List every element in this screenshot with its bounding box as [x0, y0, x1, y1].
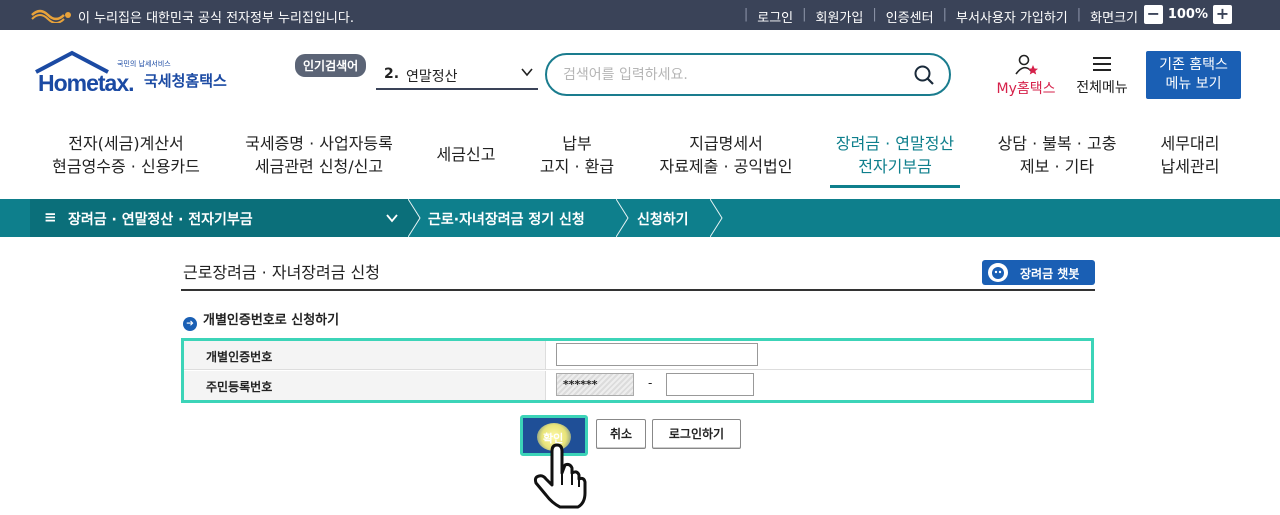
- breadcrumb-separator-icon: [408, 199, 421, 237]
- logo-tagline: 국민의 납세서비스: [117, 60, 171, 68]
- auth-number-input[interactable]: [556, 343, 758, 366]
- auth-number-label: 개별인증번호: [184, 341, 546, 369]
- gov-symbol-icon: [31, 9, 71, 23]
- page-title: 근로장려금 · 자녀장려금 신청: [183, 263, 380, 282]
- nav-tax-filing[interactable]: 세금신고: [432, 143, 500, 166]
- nav-line: 세금관련 신청/신고: [254, 157, 384, 176]
- nav-e-invoice[interactable]: 전자(세금)계산서 현금영수증 · 신용카드: [50, 132, 202, 178]
- search-icon[interactable]: [913, 64, 935, 86]
- login-link[interactable]: 로그인: [757, 7, 793, 26]
- nav-incentives[interactable]: 장려금 · 연말정산 전자기부금: [830, 132, 960, 178]
- robot-face-icon: [992, 267, 1004, 279]
- zoom-control: − 100% +: [1143, 5, 1232, 24]
- logo-wordmark: Hometax.: [38, 70, 135, 96]
- resident-number-label: 주민등록번호: [184, 371, 546, 400]
- auth-form-table: 개별인증번호 주민등록번호 ****** -: [181, 338, 1094, 403]
- cancel-button[interactable]: 취소: [596, 419, 646, 449]
- zoom-in-button[interactable]: +: [1213, 5, 1232, 24]
- chatbot-icon: [988, 263, 1008, 282]
- table-row: 개별인증번호: [184, 341, 1091, 370]
- breadcrumb: ≡ 장려금 · 연말정산 · 전자기부금 근로·자녀장려금 정기 신청 신청하기: [0, 199, 1280, 237]
- popular-term: 연말정산: [406, 69, 458, 85]
- arrow-circle-icon: ➔: [183, 317, 197, 331]
- chatbot-label: 장려금 챗봇: [1020, 267, 1080, 281]
- chevron-down-icon: [521, 68, 533, 77]
- menu-icon: ≡: [44, 208, 57, 226]
- old-hometax-menu-button[interactable]: 기존 홈택스 메뉴 보기: [1146, 51, 1241, 99]
- nav-line: 납부: [562, 134, 592, 153]
- link-separator: |: [802, 7, 807, 22]
- popular-rank: 2.: [384, 66, 400, 82]
- gov-notice: 이 누리집은 대한민국 공식 전자정부 누리집입니다.: [78, 11, 354, 26]
- nav-line: 세금신고: [436, 145, 496, 164]
- resident-number-back-input[interactable]: [666, 373, 754, 396]
- pointer-hand-icon: [533, 443, 587, 509]
- nav-line: 현금영수증 · 신용카드: [52, 157, 200, 176]
- table-row: 주민등록번호 ****** -: [184, 371, 1091, 400]
- cert-center-link[interactable]: 인증센터: [886, 7, 934, 26]
- chevron-down-icon[interactable]: [385, 211, 399, 225]
- link-separator: |: [1076, 7, 1082, 22]
- link-separator: |: [872, 7, 877, 22]
- hometax-logo[interactable]: 국민의 납세서비스 Hometax. 국세청홈택스: [32, 50, 242, 102]
- nav-line: 지급명세서: [689, 134, 763, 153]
- popular-search-label: 인기검색어: [295, 54, 367, 77]
- old-hometax-line1: 기존 홈택스: [1159, 57, 1228, 73]
- hamburger-icon: [1093, 57, 1111, 71]
- popular-search-dropdown[interactable]: 2. 연말정산: [376, 60, 538, 90]
- login-button[interactable]: 로그인하기: [652, 419, 741, 449]
- my-hometax-button[interactable]: My홈택스: [992, 54, 1060, 98]
- title-divider: [181, 289, 1095, 291]
- signup-link[interactable]: 회원가입: [816, 7, 864, 26]
- screen-size-label: 화면크기: [1090, 11, 1138, 26]
- nav-certificates[interactable]: 국세증명 · 사업자등록 세금관련 신청/신고: [238, 132, 400, 178]
- nav-line: 상담 · 불복 · 고충: [997, 134, 1117, 153]
- breadcrumb-level1[interactable]: 장려금 · 연말정산 · 전자기부금: [68, 209, 253, 229]
- gov-banner: 이 누리집은 대한민국 공식 전자정부 누리집입니다. | 로그인 | 회원가입…: [0, 0, 1280, 30]
- breadcrumb-separator-icon: [616, 199, 629, 237]
- old-hometax-line2: 메뉴 보기: [1165, 76, 1222, 92]
- nav-line: 고지 · 환급: [539, 157, 615, 176]
- logo-korean-name: 국세청홈택스: [144, 72, 227, 90]
- active-nav-underline: [830, 185, 960, 188]
- gov-links: | 로그인 | 회원가입 | 인증센터 | 부서사용자 가입하기 | 화면크기: [735, 7, 1138, 26]
- resident-number-front: ******: [556, 373, 634, 396]
- all-menu-label: 전체메뉴: [1076, 80, 1128, 96]
- search-box: [545, 53, 951, 96]
- nav-line: 국세증명 · 사업자등록: [245, 134, 393, 153]
- nav-line: 전자(세금)계산서: [68, 134, 184, 153]
- nav-line: 자료제출 · 공익법인: [659, 157, 793, 176]
- breadcrumb-level2[interactable]: 근로·자녀장려금 정기 신청: [428, 209, 585, 229]
- nav-line: 세무대리: [1160, 134, 1220, 153]
- zoom-value: 100%: [1167, 7, 1208, 22]
- nav-line: 제보 · 기타: [1019, 157, 1095, 176]
- nav-line: 납세관리: [1160, 157, 1220, 176]
- search-input[interactable]: [563, 63, 903, 87]
- breadcrumb-separator-icon: [710, 199, 723, 237]
- nav-line: 전자기부금: [858, 157, 932, 176]
- nav-payment-statements[interactable]: 지급명세서 자료제출 · 공익법인: [652, 132, 800, 178]
- user-star-icon: [1015, 54, 1038, 75]
- link-separator: |: [942, 7, 947, 22]
- zoom-out-button[interactable]: −: [1143, 5, 1163, 24]
- dept-user-signup-link[interactable]: 부서사용자 가입하기: [956, 7, 1068, 26]
- my-hometax-label: My홈택스: [996, 81, 1056, 97]
- main-navigation: 전자(세금)계산서 현금영수증 · 신용카드 국세증명 · 사업자등록 세금관련…: [0, 132, 1280, 192]
- section-title-text: 개별인증번호로 신청하기: [203, 313, 340, 328]
- resident-number-dash: -: [648, 376, 653, 390]
- all-menu-button[interactable]: 전체메뉴: [1072, 54, 1132, 97]
- link-separator: |: [743, 7, 749, 22]
- breadcrumb-level3[interactable]: 신청하기: [637, 209, 689, 229]
- nav-tax-agent[interactable]: 세무대리 납세관리: [1150, 132, 1230, 178]
- nav-line: 장려금 · 연말정산: [835, 134, 955, 153]
- chatbot-button[interactable]: 장려금 챗봇: [982, 260, 1095, 285]
- nav-payment[interactable]: 납부 고지 · 환급: [532, 132, 622, 178]
- section-title: ➔ 개별인증번호로 신청하기: [183, 309, 339, 331]
- nav-consultation[interactable]: 상담 · 불복 · 고충 제보 · 기타: [992, 132, 1122, 178]
